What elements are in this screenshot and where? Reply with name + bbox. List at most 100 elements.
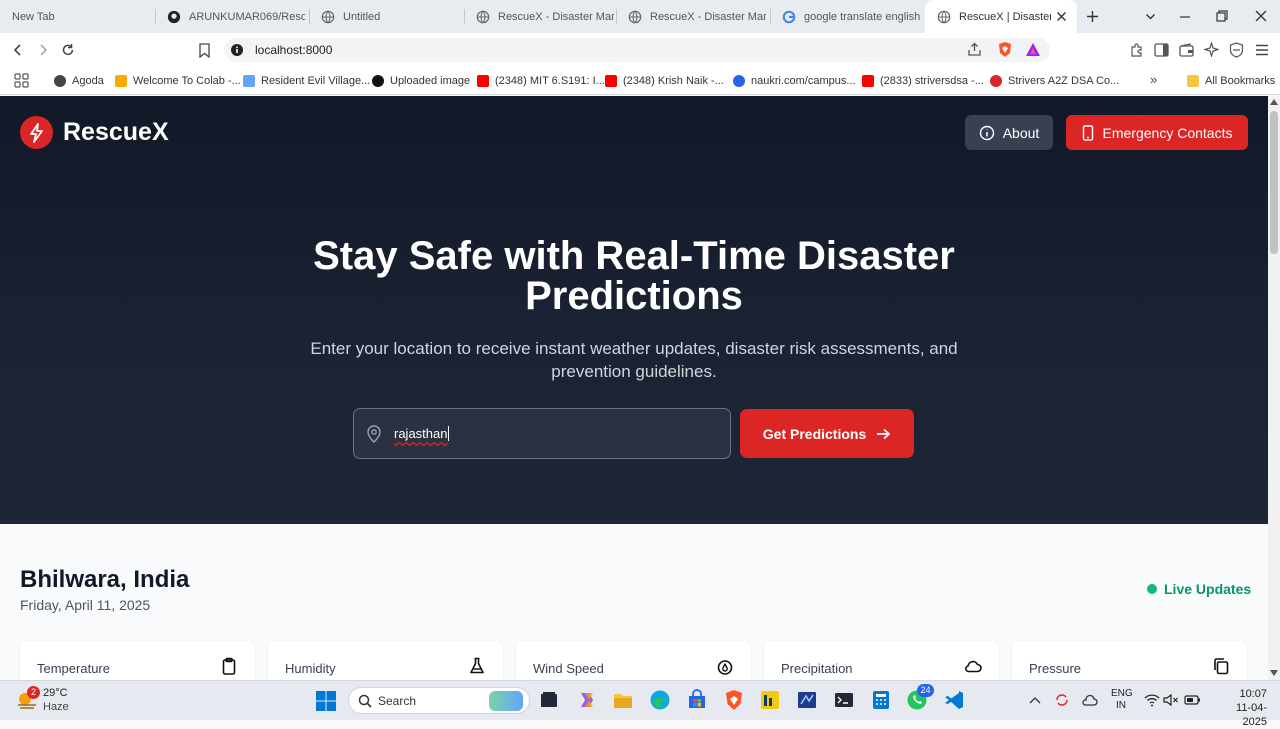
all-bookmarks[interactable]: All Bookmarks: [1187, 67, 1275, 95]
logo-badge[interactable]: [20, 116, 53, 149]
task-view-icon[interactable]: [538, 689, 560, 711]
youtube-icon: [477, 75, 489, 87]
cloud-sync-icon[interactable]: [1081, 693, 1098, 707]
bookmark-label: (2348) Krish Naik -...: [623, 75, 724, 87]
new-tab-icon[interactable]: [1086, 10, 1099, 23]
address-bar[interactable]: [224, 38, 1050, 62]
back-icon[interactable]: [11, 43, 25, 57]
brave-rewards-icon[interactable]: [1025, 42, 1041, 57]
get-predictions-button[interactable]: Get Predictions: [740, 409, 914, 458]
openai-icon: [372, 75, 384, 87]
tab-rescuex-1[interactable]: RescueX - Disaster Mana: [464, 0, 614, 33]
globe-icon: [937, 10, 951, 23]
bookmark-label: Resident Evil Village...: [261, 75, 371, 87]
clock[interactable]: 10:07 11-04-2025: [1212, 687, 1267, 729]
search-icon: [358, 694, 372, 708]
weather-temp[interactable]: 29°C: [43, 687, 68, 699]
extensions-icon[interactable]: [1129, 43, 1144, 58]
terminal-icon[interactable]: [833, 689, 855, 711]
tab-github[interactable]: ARUNKUMAR069/Rescue: [155, 0, 305, 33]
close-window-icon[interactable]: [1255, 10, 1267, 22]
scroll-up-icon[interactable]: [1270, 99, 1278, 105]
forward-icon[interactable]: [36, 43, 50, 57]
emergency-contacts-button[interactable]: Emergency Contacts: [1066, 115, 1248, 150]
bookmark-label: (2833) striversdsa -...: [880, 75, 984, 87]
more-bookmarks-icon[interactable]: »: [1150, 72, 1157, 87]
location-search-input[interactable]: rajasthan: [353, 408, 731, 459]
file-explorer-icon[interactable]: [612, 689, 634, 711]
reload-icon[interactable]: [61, 43, 75, 57]
sidebar-icon[interactable]: [1154, 43, 1169, 57]
bookmark-label: Strivers A2Z DSA Co...: [1008, 75, 1120, 87]
globe-icon: [54, 75, 66, 87]
volume-muted-icon[interactable]: [1163, 693, 1179, 707]
location-name: Bhilwara, India: [20, 566, 190, 593]
language-indicator[interactable]: ENG IN: [1111, 688, 1133, 712]
about-button[interactable]: About: [965, 115, 1053, 150]
copilot-icon[interactable]: [576, 689, 598, 711]
store-icon[interactable]: [686, 689, 708, 711]
calculator-icon[interactable]: [870, 689, 892, 711]
restore-icon[interactable]: [1216, 10, 1228, 22]
wallet-icon[interactable]: [1179, 43, 1194, 57]
bookmark-strivers-a2z[interactable]: Strivers A2Z DSA Co...: [990, 67, 1119, 95]
vpn-icon[interactable]: [1229, 42, 1244, 58]
power-bi-icon[interactable]: [759, 689, 781, 711]
site-info-icon[interactable]: [231, 44, 243, 56]
bookmark-uploaded-image[interactable]: Uploaded image: [372, 67, 470, 95]
url-text[interactable]: localhost:8000: [255, 43, 332, 57]
edge-icon[interactable]: [649, 689, 671, 711]
bookmark-striversdsa[interactable]: (2833) striversdsa -...: [862, 67, 984, 95]
taskbar-search[interactable]: Search: [348, 687, 530, 714]
share-icon[interactable]: [967, 42, 982, 57]
phone-icon: [1082, 124, 1093, 141]
sync-icon[interactable]: [1054, 692, 1070, 708]
bookmark-label: Agoda: [72, 75, 104, 87]
bookmark-icon[interactable]: [198, 43, 211, 58]
brand-name[interactable]: RescueX: [63, 118, 169, 147]
page-scrollbar[interactable]: [1268, 96, 1280, 680]
weather-badge: 2: [27, 686, 40, 699]
brave-browser-icon[interactable]: [723, 689, 745, 711]
taskbar-search-label: Search: [378, 694, 417, 708]
bookmark-agoda[interactable]: Agoda: [54, 67, 104, 95]
chevron-down-icon[interactable]: [1145, 11, 1156, 22]
close-tab-icon[interactable]: [1056, 11, 1067, 22]
battery-icon[interactable]: [1184, 694, 1201, 706]
apps-icon[interactable]: [14, 73, 29, 88]
bookmark-naukri[interactable]: naukri.com/campus...: [733, 67, 856, 95]
wifi-icon[interactable]: [1144, 693, 1160, 707]
scrollbar-thumb[interactable]: [1270, 111, 1278, 254]
tab-untitled[interactable]: Untitled: [309, 0, 464, 33]
chevron-up-icon[interactable]: [1029, 695, 1041, 705]
ssms-icon[interactable]: [796, 689, 818, 711]
site-icon: [243, 75, 255, 87]
leo-ai-icon[interactable]: [1204, 42, 1219, 57]
tab-rescuex-active[interactable]: RescueX | Disaster Pr: [925, 0, 1077, 33]
location-date: Friday, April 11, 2025: [20, 597, 151, 613]
scroll-down-icon[interactable]: [1270, 670, 1278, 676]
tab-rescuex-2[interactable]: RescueX - Disaster Mana: [616, 0, 766, 33]
bookmark-mit[interactable]: (2348) MIT 6.S191: I...: [477, 67, 605, 95]
tab-new-tab[interactable]: New Tab: [0, 0, 155, 33]
bookmark-colab[interactable]: Welcome To Colab -...: [115, 67, 241, 95]
globe-icon: [628, 10, 642, 23]
windows-start-icon[interactable]: [315, 690, 337, 712]
weather-desc[interactable]: Haze: [43, 701, 69, 713]
live-dot-icon: [1147, 584, 1157, 594]
hero-subtitle: Enter your location to receive instant w…: [0, 337, 1268, 383]
menu-icon[interactable]: [1255, 44, 1269, 56]
tab-google-translate[interactable]: google translate english t: [770, 0, 920, 33]
clipboard-icon: [222, 657, 236, 675]
minimize-icon[interactable]: [1179, 11, 1191, 23]
search-value: rajasthan: [394, 426, 450, 441]
bookmark-krish-naik[interactable]: (2348) Krish Naik -...: [605, 67, 724, 95]
whatsapp-app[interactable]: 24: [906, 684, 934, 711]
about-label: About: [1002, 124, 1040, 141]
weather-widget-icon[interactable]: 2: [15, 686, 40, 712]
youtube-icon: [862, 75, 874, 87]
vscode-icon[interactable]: [943, 689, 965, 711]
brave-shield-icon[interactable]: [997, 41, 1013, 58]
tab-label: RescueX | Disaster Pr: [959, 10, 1051, 23]
bookmark-resident-evil[interactable]: Resident Evil Village...: [243, 67, 370, 95]
